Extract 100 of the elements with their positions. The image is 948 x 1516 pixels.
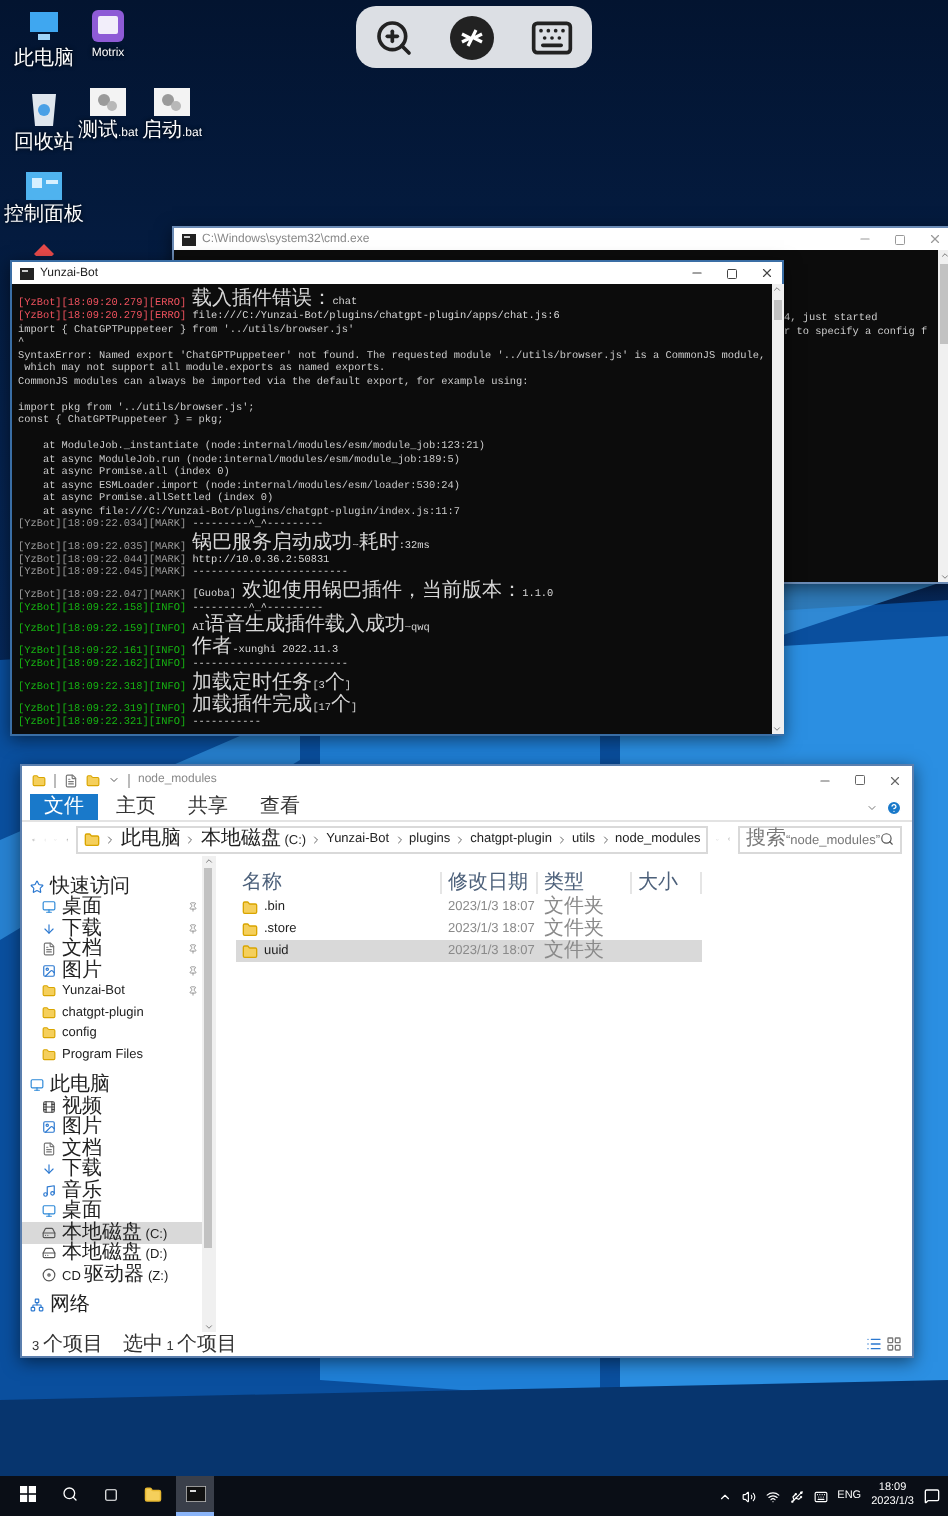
scrollbar[interactable] — [771, 284, 784, 734]
help-icon[interactable] — [886, 799, 902, 815]
scroll-up-icon[interactable] — [939, 250, 948, 260]
column-header[interactable]: 修改日期 — [442, 871, 538, 893]
usb-icon[interactable] — [789, 1489, 804, 1503]
zoom-in-icon[interactable] — [374, 17, 414, 57]
chevron-icon[interactable] — [599, 833, 612, 845]
terminal-taskbar-button[interactable] — [176, 1476, 214, 1516]
expand-ribbon-icon[interactable] — [866, 801, 878, 813]
document-icon — [42, 1141, 56, 1156]
chevron-icon[interactable] — [184, 833, 197, 845]
minimize-icon[interactable] — [858, 232, 872, 246]
document-icon — [42, 942, 56, 957]
notification-icon[interactable] — [924, 1488, 940, 1504]
sidebar-item[interactable]: 文档 — [22, 939, 202, 960]
app-icon[interactable] — [90, 8, 126, 44]
chevron-icon[interactable] — [555, 833, 568, 845]
folder-icon — [42, 984, 56, 999]
maximize-icon[interactable] — [854, 774, 866, 786]
sidebar-item[interactable]: 此电脑 — [22, 1075, 202, 1096]
sidebar-item[interactable]: 桌面 — [22, 1201, 202, 1222]
close-icon[interactable] — [888, 773, 902, 787]
control-panel-icon[interactable] — [26, 172, 62, 200]
ribbon-tab[interactable]: 主页 — [102, 794, 170, 820]
download-icon — [42, 921, 56, 936]
terminal-icon — [185, 1486, 205, 1502]
caret-icon[interactable] — [108, 774, 120, 786]
folder-icon — [242, 899, 258, 915]
folder-icon — [242, 943, 258, 959]
task-view-icon[interactable] — [104, 1487, 118, 1501]
speaker-icon[interactable] — [741, 1489, 756, 1503]
computer-icon[interactable] — [26, 8, 62, 44]
sidebar-item[interactable]: 图片 — [22, 1117, 202, 1138]
details-view-icon[interactable] — [866, 1336, 882, 1352]
desktop-icon-label[interactable]: 回收站 — [14, 132, 74, 154]
desktop-icon-label[interactable]: 控制面板 — [4, 204, 84, 226]
windows-logo-icon[interactable] — [19, 1486, 35, 1502]
folder-icon — [84, 831, 101, 847]
scrollbar-thumb[interactable] — [204, 868, 212, 1248]
scrollbar-thumb[interactable] — [940, 264, 948, 344]
close-icon[interactable] — [760, 266, 774, 280]
download-icon — [42, 1162, 56, 1177]
terminal-icon — [20, 267, 34, 279]
chevron-icon[interactable] — [104, 833, 117, 845]
sidebar-item[interactable]: 图片 — [22, 960, 202, 981]
film-icon — [42, 1099, 56, 1114]
network-icon — [30, 1298, 44, 1313]
sidebar-item[interactable]: 视频 — [22, 1096, 202, 1117]
scroll-down-icon[interactable] — [772, 724, 783, 734]
batch-file-icon[interactable] — [90, 88, 126, 116]
star-icon — [30, 879, 44, 894]
drive-icon — [42, 1246, 56, 1261]
sidebar-item[interactable]: 文档 — [22, 1138, 202, 1159]
tray-expand-icon[interactable] — [717, 1489, 732, 1503]
minimize-icon[interactable] — [690, 266, 704, 280]
desktop-icon-label[interactable]: 此电脑 — [14, 48, 74, 70]
sidebar-item[interactable]: 快速访问 — [22, 876, 202, 897]
search-icon[interactable] — [61, 1486, 77, 1502]
scroll-up-icon[interactable] — [772, 284, 783, 294]
breadcrumb-item[interactable]: 此电脑 — [120, 828, 181, 850]
table-cell-text: 文件夹 — [542, 940, 606, 962]
scroll-up-icon[interactable] — [203, 856, 213, 866]
chevron-icon[interactable] — [310, 833, 323, 845]
properties-icon[interactable] — [64, 773, 78, 787]
ribbon-tab[interactable]: 共享 — [174, 794, 242, 820]
monitor-icon — [42, 900, 56, 915]
remote-desktop-icon[interactable] — [450, 15, 494, 59]
scroll-down-icon[interactable] — [203, 1322, 213, 1332]
folder-icon — [42, 1047, 56, 1062]
folder-icon — [144, 1485, 162, 1503]
ribbon-tab[interactable]: 查看 — [246, 794, 314, 820]
chevron-icon[interactable] — [454, 833, 467, 845]
disc-icon — [42, 1267, 56, 1282]
scrollbar[interactable] — [202, 856, 214, 1332]
folder-icon — [42, 1005, 56, 1020]
column-header[interactable]: 类型 — [538, 871, 632, 893]
column-header[interactable]: 名称 — [236, 871, 442, 893]
new-folder-icon[interactable] — [86, 773, 100, 787]
recycle-bin-icon[interactable] — [26, 88, 62, 128]
sidebar-item[interactable]: 下载 — [22, 918, 202, 939]
sidebar-item[interactable]: 网络 — [22, 1295, 202, 1316]
scrollbar-thumb[interactable] — [773, 300, 782, 320]
sidebar-item[interactable]: 桌面 — [22, 897, 202, 918]
maximize-icon[interactable] — [726, 267, 738, 279]
icons-view-icon[interactable] — [886, 1336, 902, 1352]
network-icon[interactable] — [765, 1489, 780, 1503]
scrollbar[interactable] — [938, 250, 948, 582]
sidebar-item[interactable]: 下载 — [22, 1159, 202, 1180]
chevron-icon[interactable] — [393, 833, 406, 845]
column-header[interactable]: 大小 — [632, 871, 702, 893]
keyboard-icon[interactable] — [813, 1489, 828, 1503]
ribbon-tab[interactable]: 文件 — [30, 794, 98, 820]
folder-icon — [42, 1026, 56, 1041]
batch-file-icon[interactable] — [154, 88, 190, 116]
music-icon — [42, 1183, 56, 1198]
table-cell-text: 文件夹 — [542, 896, 606, 918]
image-icon — [42, 1120, 56, 1135]
scroll-down-icon[interactable] — [939, 572, 948, 582]
terminal-icon — [182, 233, 196, 245]
sidebar-item[interactable]: 音乐 — [22, 1180, 202, 1201]
